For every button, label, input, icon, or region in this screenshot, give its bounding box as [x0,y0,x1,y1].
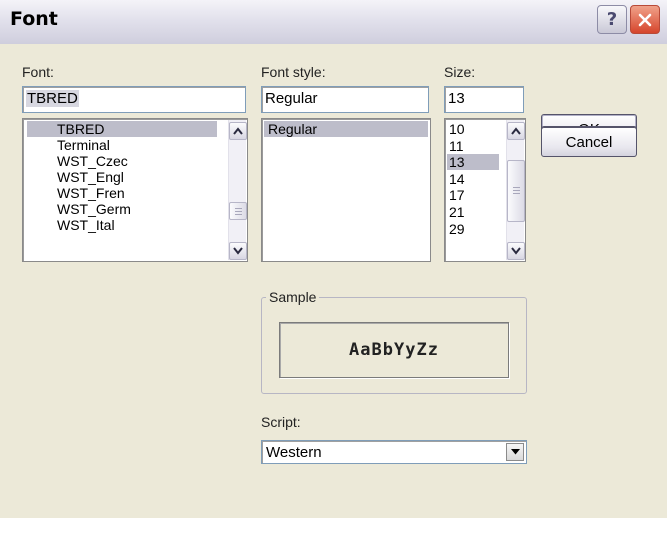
size-list-item[interactable]: 13 [447,154,499,171]
size-label: Size: [444,64,476,80]
script-combobox[interactable]: Western [261,440,527,464]
font-list-item[interactable]: WST_Ital [27,217,217,233]
font-name-field[interactable]: TBRED [22,86,246,113]
cancel-button[interactable]: Cancel [541,127,637,157]
size-listbox[interactable]: 10 11 13 14 17 21 29 [444,118,526,262]
size-list-item[interactable]: 29 [447,221,499,237]
size-list-item[interactable]: 10 [447,121,499,137]
font-list-item[interactable]: Terminal [27,137,217,153]
window-title: Font [10,8,58,30]
font-list-item[interactable]: TBRED [27,121,217,137]
size-scroll-thumb[interactable] [507,160,525,222]
size-list-item[interactable]: 21 [447,204,499,220]
font-style-list-item[interactable]: Regular [264,121,428,137]
chevron-up-icon [511,127,521,135]
font-scroll-thumb[interactable] [229,202,247,220]
sample-preview: AaBbYyZz [279,322,509,378]
size-list-item[interactable]: 17 [447,187,499,203]
close-button[interactable] [630,5,660,34]
font-style-label: Font style: [261,64,326,80]
script-dropdown-button[interactable] [506,443,524,461]
size-scroll-down-button[interactable] [507,242,525,260]
font-scroll-down-button[interactable] [229,242,247,260]
size-list-item[interactable]: 14 [447,171,499,187]
font-listbox[interactable]: TBRED Terminal WST_Czec WST_Engl WST_Fren WST… [22,118,248,262]
font-style-value: Regular [265,90,318,107]
chevron-up-icon [233,127,243,135]
font-style-field[interactable]: Regular [261,86,429,113]
title-bar[interactable]: Font ? [0,0,667,44]
font-dialog: Font ? Font: TBRED TBRED Terminal WST_Czec… [0,0,667,538]
help-icon: ? [606,9,618,30]
script-value: Western [266,444,322,461]
font-scroll-up-button[interactable] [229,122,247,140]
font-style-listbox[interactable]: Regular [261,118,431,262]
sample-label: Sample [266,289,320,305]
bottom-edge [0,518,667,538]
help-button[interactable]: ? [597,5,627,34]
size-list-item[interactable]: 11 [447,138,499,154]
font-list-item[interactable]: WST_Fren [27,185,217,201]
chevron-down-icon [510,449,520,455]
font-list-item[interactable]: WST_Engl [27,169,217,185]
close-icon [638,13,652,26]
chevron-down-icon [233,247,243,255]
font-label: Font: [22,64,54,80]
chevron-down-icon [511,247,521,255]
size-value: 13 [448,90,465,107]
font-list-item[interactable]: WST_Germ [27,201,217,217]
size-field[interactable]: 13 [444,86,524,113]
size-scroll-up-button[interactable] [507,122,525,140]
font-name-value: TBRED [26,90,79,107]
size-list-scrollbar[interactable] [506,120,525,260]
script-label: Script: [261,414,301,430]
font-list-item[interactable]: WST_Czec [27,153,217,169]
sample-group: Sample AaBbYyZz [261,289,527,394]
font-list-scrollbar[interactable] [228,120,247,260]
